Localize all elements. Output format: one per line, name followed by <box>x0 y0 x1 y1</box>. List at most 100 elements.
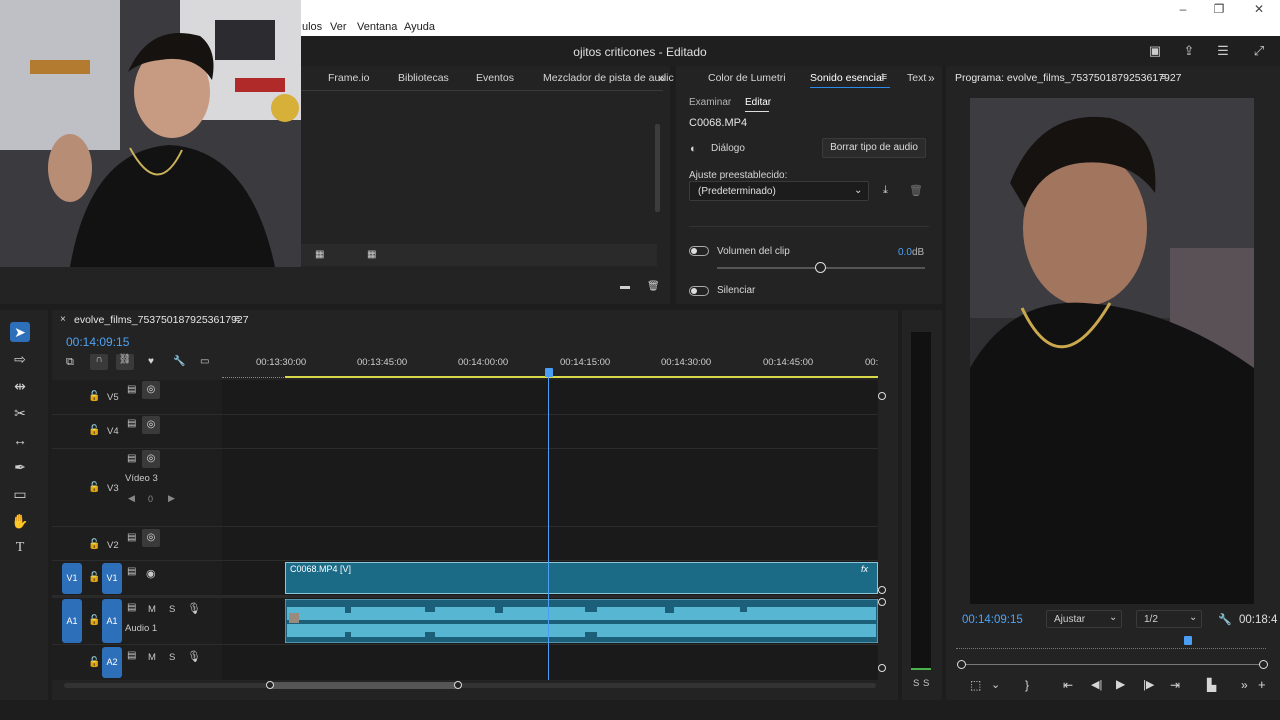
play-icon[interactable]: ▶ <box>1116 677 1125 691</box>
lock-icon[interactable]: 🔓 <box>88 657 100 668</box>
hand-icon[interactable]: ✋ <box>10 511 30 531</box>
tab-frameio[interactable]: Frame.io <box>328 72 369 84</box>
mute-toggle[interactable] <box>689 286 709 296</box>
microphone-icon[interactable]: 🎙 <box>187 602 201 615</box>
lock-icon[interactable]: 🔓 <box>88 482 100 493</box>
lock-icon[interactable]: 🔓 <box>88 425 100 436</box>
solo-right-button[interactable]: S <box>923 678 929 689</box>
subtab-examinar[interactable]: Examinar <box>689 97 731 108</box>
tab-mezclador[interactable]: Mezclador de pista de audic <box>543 72 674 84</box>
sync-lock-icon[interactable]: ▤ <box>127 453 136 464</box>
sync-lock-icon[interactable]: ▤ <box>127 384 136 395</box>
menu-item-clips[interactable]: ulos <box>302 21 322 33</box>
ripple-edit-icon[interactable]: ⇹ <box>10 376 30 396</box>
work-area-bar[interactable] <box>285 376 878 378</box>
track-name-v3[interactable]: Vídeo 3 <box>125 473 158 484</box>
hscroll-handle-left[interactable] <box>266 681 274 689</box>
wrench-icon[interactable]: 🔧 <box>173 356 185 367</box>
preset-dropdown[interactable]: (Predeterminado) ⌄ <box>689 181 869 201</box>
hscroll-thumb[interactable] <box>270 682 458 689</box>
hscroll-track[interactable] <box>64 683 876 688</box>
mark-in-icon[interactable]: ⬚ <box>970 678 981 692</box>
tab-eventos[interactable]: Eventos <box>476 72 514 84</box>
track-target-v1[interactable]: V1 <box>102 563 122 594</box>
solo-left-button[interactable]: S <box>913 678 919 689</box>
lock-icon[interactable]: 🔓 <box>88 391 100 402</box>
tab-bibliotecas[interactable]: Bibliotecas <box>398 72 449 84</box>
source-patch-a1[interactable]: A1 <box>62 599 82 643</box>
tab-lumetri[interactable]: Color de Lumetri <box>708 72 786 84</box>
track-target-a2[interactable]: A2 <box>102 647 122 678</box>
captions-icon[interactable]: ▭ <box>200 356 209 367</box>
program-playhead[interactable] <box>1184 636 1192 645</box>
panel-menu-icon[interactable]: ≡ <box>1160 71 1166 83</box>
sync-lock-icon[interactable]: ▤ <box>127 566 136 577</box>
rectangle-icon[interactable]: ▭ <box>10 484 30 504</box>
panel-menu-icon[interactable]: ≡ <box>234 313 240 325</box>
audio-clip[interactable] <box>285 599 878 643</box>
step-back-icon[interactable]: ◀| <box>1091 678 1102 691</box>
sync-lock-icon[interactable]: ▤ <box>127 532 136 543</box>
export-frame-icon[interactable]: ▙ <box>1207 678 1216 692</box>
zoom-handle-left[interactable] <box>957 660 966 669</box>
tabs-overflow-icon[interactable]: » <box>658 71 665 85</box>
type-tool-icon[interactable]: T <box>10 538 30 558</box>
clip-volume-slider-handle[interactable] <box>815 262 826 273</box>
vscroll-handle[interactable] <box>878 598 886 606</box>
subtab-editar[interactable]: Editar <box>745 97 771 108</box>
tabs-overflow-icon[interactable]: » <box>928 71 935 85</box>
add-button-icon[interactable]: + <box>1258 677 1266 692</box>
close-tab-icon[interactable]: × <box>60 314 66 325</box>
nest-icon[interactable]: ⧉ <box>66 356 74 369</box>
mute-button[interactable]: M <box>148 604 156 615</box>
eye-off-icon[interactable]: ◎ <box>142 529 160 547</box>
microphone-icon[interactable]: 🎙 <box>187 650 201 663</box>
tab-sonido-esencial[interactable]: Sonido esencial <box>810 72 884 84</box>
track-name-a1[interactable]: Audio 1 <box>125 623 157 634</box>
zoom-bar[interactable] <box>960 664 1266 665</box>
share-icon[interactable]: ⇪ <box>1181 44 1197 58</box>
eye-off-icon[interactable]: ◎ <box>142 381 160 399</box>
calendar-icon[interactable]: ▦ <box>367 249 376 260</box>
eye-off-icon[interactable]: ◎ <box>142 450 160 468</box>
snap-icon[interactable]: ∩ <box>90 354 108 370</box>
fit-dropdown[interactable]: Ajustar ⌄ <box>1046 610 1122 628</box>
source-patch-v1[interactable]: V1 <box>62 563 82 594</box>
sync-lock-icon[interactable]: ▤ <box>127 650 136 661</box>
selection-tool-icon[interactable]: ➤ <box>10 322 30 342</box>
menu-item-ver[interactable]: Ver <box>330 21 347 33</box>
clip-volume-value[interactable]: 0.0 <box>898 247 912 258</box>
trash-icon[interactable]: 🗑 <box>647 281 660 292</box>
track-target-a1[interactable]: A1 <box>102 599 122 643</box>
keyframe-value[interactable]: 0 <box>148 494 153 504</box>
timeline-timecode[interactable]: 00:14:09:15 <box>66 335 129 349</box>
panel-menu-icon[interactable]: ≡ <box>881 71 887 83</box>
quick-export-icon[interactable]: ▣ <box>1147 44 1163 58</box>
slip-icon[interactable]: ↔ <box>10 430 30 450</box>
sync-lock-icon[interactable]: ▤ <box>127 418 136 429</box>
go-to-in-icon[interactable]: ⇤ <box>1063 678 1073 692</box>
sync-lock-icon[interactable]: ▤ <box>127 602 136 613</box>
pen-icon[interactable]: ✒ <box>10 457 30 477</box>
mark-out-icon[interactable]: } <box>1025 678 1029 692</box>
sequence-tab[interactable]: evolve_films_7537501879253617927 <box>74 314 249 326</box>
vscroll-handle[interactable] <box>878 586 886 594</box>
workspaces-icon[interactable]: ☰ <box>1215 44 1231 58</box>
linked-selection-icon[interactable]: ⛓ <box>116 354 134 370</box>
timeline-playhead-handle[interactable] <box>545 368 553 377</box>
program-timecode[interactable]: 00:14:09:15 <box>962 614 1023 626</box>
eye-icon[interactable]: ◉ <box>146 567 156 580</box>
vscroll-handle[interactable] <box>878 664 886 672</box>
step-forward-icon[interactable]: |▶ <box>1143 678 1154 691</box>
overflow-icon[interactable]: » <box>1241 678 1248 692</box>
video-clip[interactable]: C0068.MP4 [V] fx <box>285 562 878 594</box>
clip-volume-toggle[interactable] <box>689 246 709 256</box>
wrench-icon[interactable]: 🔧 <box>1218 613 1232 626</box>
av-divider[interactable] <box>52 595 878 598</box>
eye-off-icon[interactable]: ◎ <box>142 416 160 434</box>
track-select-icon[interactable]: ⇨ <box>10 349 30 369</box>
program-title[interactable]: Programa: evolve_films_75375018792536179… <box>955 72 1182 84</box>
library-icon[interactable]: ▦ <box>315 249 324 260</box>
vscroll-handle[interactable] <box>878 392 886 400</box>
mute-button[interactable]: M <box>148 652 156 663</box>
